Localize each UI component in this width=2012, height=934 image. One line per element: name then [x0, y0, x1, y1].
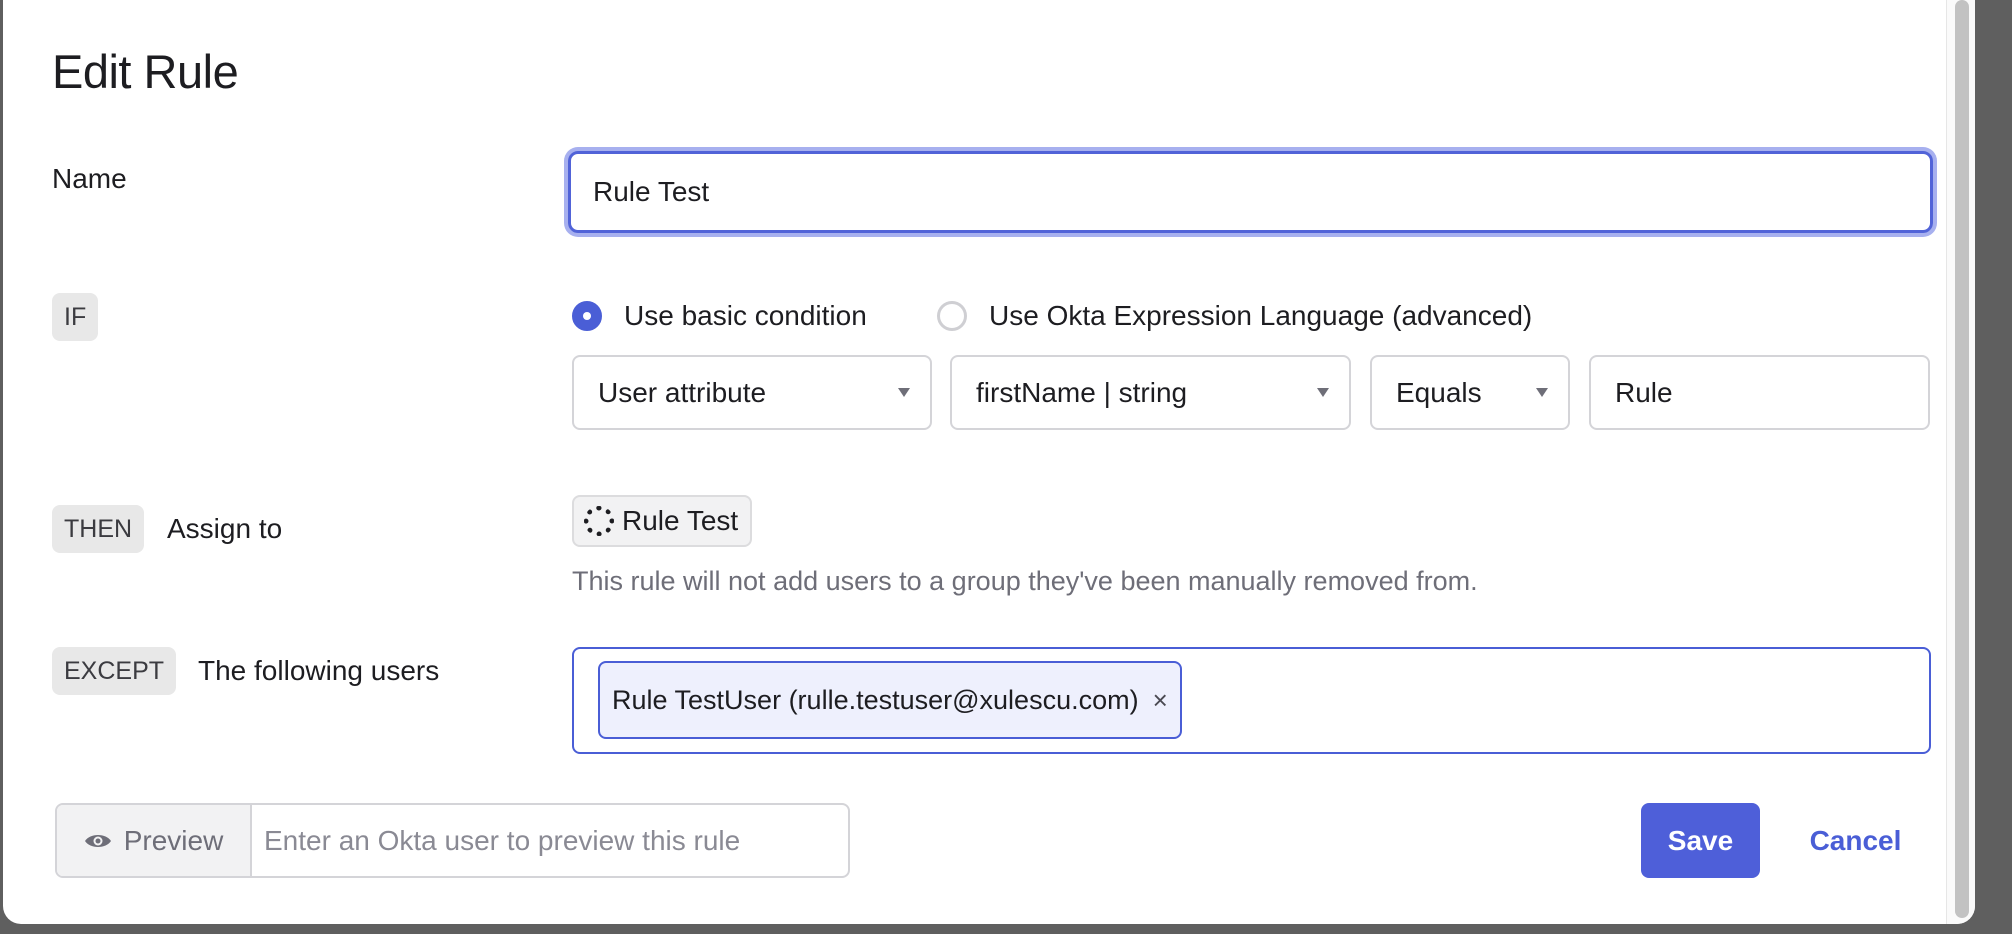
- remove-user-icon[interactable]: ×: [1153, 685, 1168, 716]
- preview-button-label: Preview: [123, 824, 224, 856]
- scrollbar-track[interactable]: [1946, 0, 1975, 924]
- excluded-user-token: Rule TestUser (rulle.testuser@xulescu.co…: [598, 661, 1182, 739]
- name-label: Name: [52, 163, 127, 194]
- assigned-group-chip: Rule Test: [572, 495, 753, 547]
- radio-basic-label[interactable]: Use basic condition: [624, 300, 867, 332]
- attribute-type-select[interactable]: User attribute: [572, 355, 932, 430]
- radio-basic-button[interactable]: [572, 301, 602, 331]
- excluded-user-label: Rule TestUser (rulle.testuser@xulescu.co…: [612, 684, 1139, 715]
- chevron-down-icon: [1536, 388, 1548, 397]
- following-users-label: The following users: [198, 655, 440, 686]
- radio-expression-language[interactable]: Use Okta Expression Language (advanced): [937, 298, 1532, 334]
- radio-advanced-button[interactable]: [937, 301, 967, 331]
- attribute-select[interactable]: firstName | string: [950, 355, 1351, 430]
- excluded-users-input[interactable]: Rule TestUser (rulle.testuser@xulescu.co…: [572, 647, 1931, 754]
- assigned-group-name: Rule Test: [622, 505, 739, 536]
- name-field-wrapper: [568, 151, 1933, 233]
- radio-basic-condition[interactable]: Use basic condition: [572, 298, 867, 334]
- assign-hint-text: This rule will not add users to a group …: [572, 566, 1478, 596]
- attribute-value: firstName | string: [976, 377, 1188, 408]
- cancel-button[interactable]: Cancel: [1793, 803, 1918, 878]
- except-chip: EXCEPT: [52, 647, 177, 695]
- attribute-type-value: User attribute: [598, 377, 767, 408]
- preview-group: Preview: [55, 803, 850, 878]
- then-chip: THEN: [52, 505, 145, 553]
- save-button[interactable]: Save: [1641, 803, 1760, 878]
- dialog-title: Edit Rule: [52, 45, 239, 98]
- radio-advanced-label[interactable]: Use Okta Expression Language (advanced): [989, 300, 1532, 332]
- chevron-down-icon: [898, 388, 910, 397]
- rule-name-input[interactable]: [571, 154, 1930, 230]
- operator-value: Equals: [1396, 377, 1482, 408]
- chevron-down-icon: [1317, 388, 1329, 397]
- if-chip: IF: [52, 293, 99, 341]
- preview-button[interactable]: Preview: [57, 805, 252, 876]
- scrollbar-thumb[interactable]: [1955, 0, 1969, 918]
- assign-to-label: Assign to: [167, 513, 283, 544]
- condition-value-input[interactable]: [1589, 355, 1930, 430]
- preview-user-input[interactable]: [252, 805, 848, 876]
- edit-rule-dialog: Edit Rule Name IF Use basic condition Us…: [3, 0, 1975, 924]
- okta-group-icon: [584, 506, 614, 536]
- operator-select[interactable]: Equals: [1370, 355, 1570, 430]
- eye-icon: [84, 834, 111, 847]
